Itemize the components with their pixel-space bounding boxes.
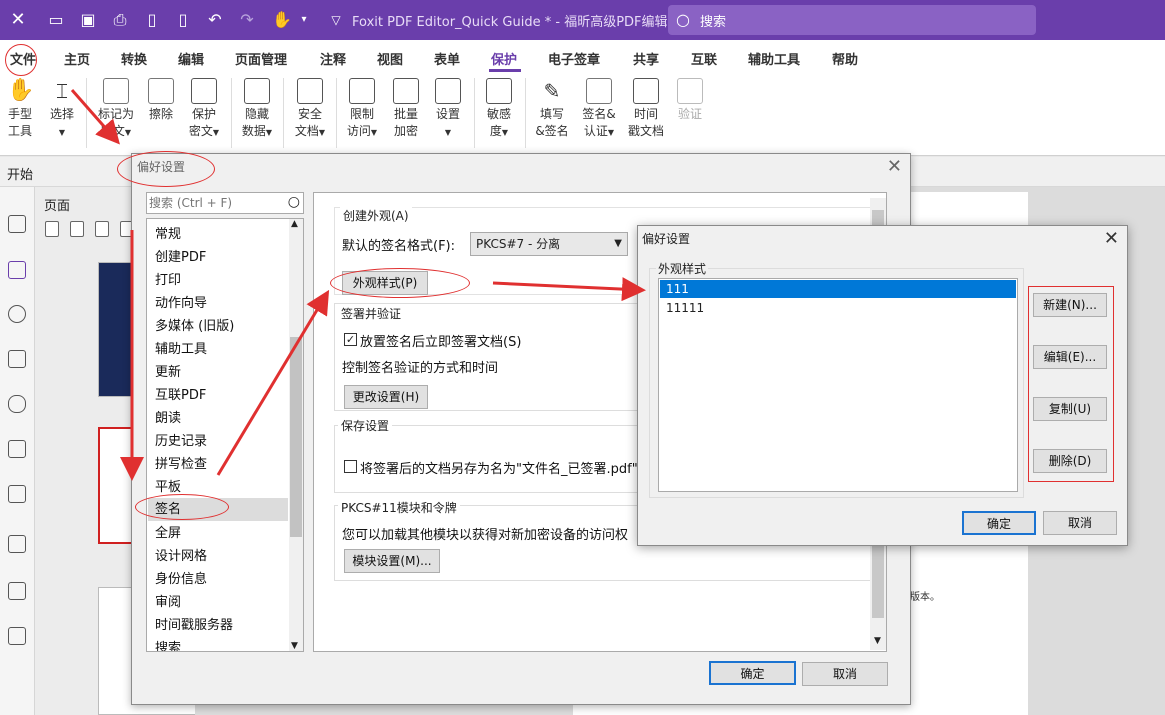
arrow-line — [70, 89, 120, 145]
arrow-line — [492, 277, 646, 302]
arrow-line — [216, 289, 330, 476]
annotation-arrows — [70, 89, 646, 481]
